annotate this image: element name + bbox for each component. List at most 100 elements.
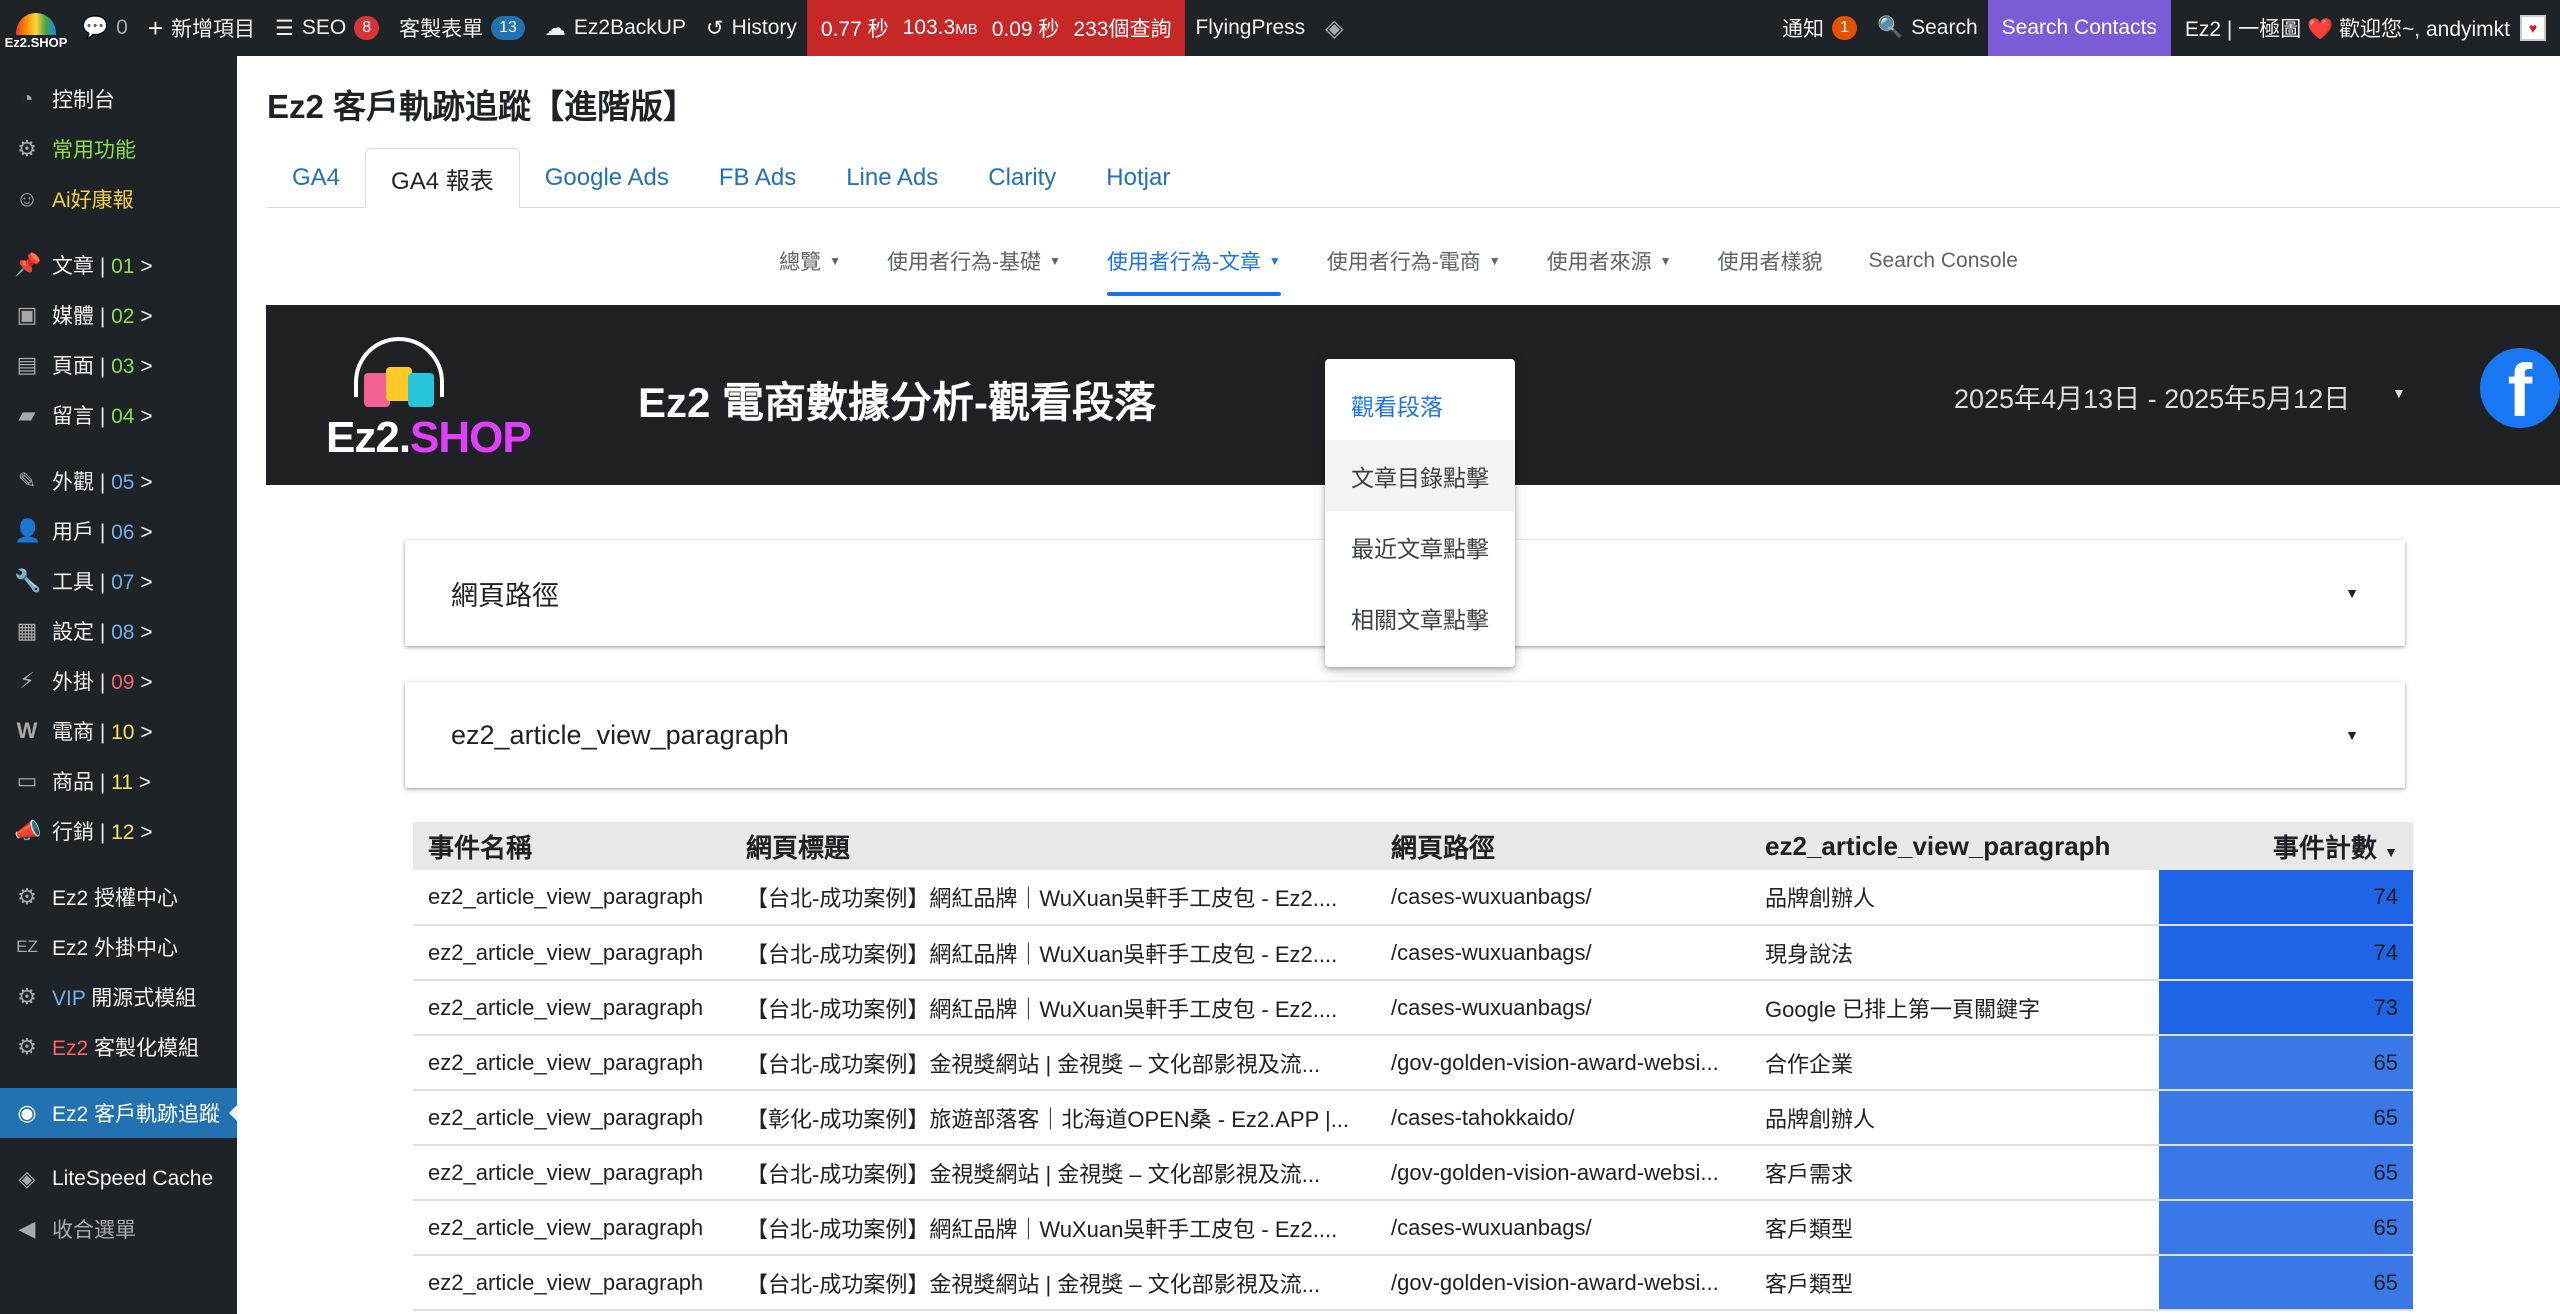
sidebar-item-label: Ez2 授權中心 <box>52 887 179 910</box>
settings-icon: ▦ <box>16 618 38 643</box>
perf-query-time: 0.09 秒 <box>991 18 1060 41</box>
subnav-behavior-ecommerce[interactable]: 使用者行為-電商 ▼ <box>1304 226 1524 296</box>
cell-page-path: /cases-wuxuanbags/ <box>1376 925 1750 981</box>
table-row[interactable]: ez2_article_view_paragraph 【台北-成功案例】網紅品牌｜… <box>413 1200 2413 1256</box>
page-title: Ez2 客戶軌跡追蹤【進階版】 <box>267 88 697 125</box>
sidebar-item-users[interactable]: 👤 用戶 | 06 > <box>0 506 237 556</box>
cell-paragraph: 客戶類型 <box>1750 1255 2159 1311</box>
search-contacts-button[interactable]: Search Contacts <box>1987 0 2171 56</box>
sidebar-item-label: 收合選單 <box>52 1219 136 1242</box>
sidebar-item-dashboard[interactable]: ◔ 控制台 <box>0 74 237 124</box>
sidebar-item-pages[interactable]: ▤ 頁面 | 03 > <box>0 340 237 390</box>
posts-arrow: > <box>134 255 153 278</box>
sidebar-item-media[interactable]: ▣ 媒體 | 02 > <box>0 290 237 340</box>
caret-down-icon[interactable]: ▼ <box>2392 385 2406 401</box>
sidebar-item-commerce[interactable]: W 電商 | 10 > <box>0 706 237 756</box>
column-header-sorted[interactable]: 事件計數 ▼ <box>2159 822 2413 870</box>
tab-ga4-report[interactable]: GA4 報表 <box>365 148 520 208</box>
subnav-behavior-basic[interactable]: 使用者行為-基礎 ▼ <box>864 226 1084 296</box>
cell-event-name: ez2_article_view_paragraph <box>413 925 731 981</box>
sidebar-item-settings[interactable]: ▦ 設定 | 08 > <box>0 606 237 656</box>
table-row[interactable]: ez2_article_view_paragraph 【台北-成功案例】金視獎網站… <box>413 1255 2413 1311</box>
cell-event-count: 74 <box>2159 925 2413 981</box>
comments-menu[interactable]: 💬 0 <box>72 0 138 56</box>
table-row[interactable]: ez2_article_view_paragraph 【彰化-成功案例】旅遊部落客… <box>413 1090 2413 1146</box>
caret-down-icon: ▼ <box>1048 254 1061 268</box>
table-row[interactable]: ez2_article_view_paragraph 【台北-成功案例】網紅品牌｜… <box>413 870 2413 926</box>
column-header[interactable]: 網頁路徑 <box>1376 822 1750 870</box>
sidebar-item-plugins[interactable]: ⚡ 外掛 | 09 > <box>0 656 237 706</box>
facebook-icon[interactable]: f <box>2480 348 2560 428</box>
query-monitor[interactable]: 0.77 秒 103.3MB 0.09 秒 233個查詢 <box>806 0 1186 56</box>
sidebar-item-vip[interactable]: ⚙ VIP 開源式模組 <box>0 972 237 1022</box>
tab-line-ads[interactable]: Line Ads <box>821 148 963 208</box>
caret-down-icon: ▼ <box>1659 254 1672 268</box>
sidebar-item-products[interactable]: ▭ 商品 | 11 > <box>0 756 237 806</box>
perf-memory-value: 103.3 <box>902 16 956 39</box>
subnav-user-source[interactable]: 使用者來源 ▼ <box>1524 226 1695 296</box>
backup-menu[interactable]: ☁ Ez2BackUP <box>535 0 696 56</box>
sidebar-item-plugins-center[interactable]: EZ Ez2 外掛中心 <box>0 922 237 972</box>
dropdown-item-view-paragraph[interactable]: 觀看段落 <box>1325 369 1515 440</box>
sidebar-item-posts[interactable]: 📌 文章 | 01 > <box>0 240 237 290</box>
sidebar-item-appearance[interactable]: ✎ 外觀 | 05 > <box>0 456 237 506</box>
table-row[interactable]: ez2_article_view_paragraph 【台北-成功案例】金視獎網站… <box>413 1035 2413 1091</box>
seo-menu[interactable]: ☰ SEO 8 <box>265 0 389 56</box>
history-menu[interactable]: ↺ History <box>696 0 807 56</box>
marketing-arrow: > <box>134 821 153 844</box>
media-arrow: > <box>134 305 153 328</box>
table-row[interactable]: ez2_article_view_paragraph 【台北-成功案例】網紅品牌｜… <box>413 980 2413 1036</box>
cell-event-name: ez2_article_view_paragraph <box>413 1255 731 1311</box>
sidebar-item-marketing[interactable]: 📣 行銷 | 12 > <box>0 806 237 856</box>
sidebar-item-label: 工具 | 07 > <box>52 566 153 596</box>
sidebar-separator <box>0 1138 237 1154</box>
tab-fb-ads[interactable]: FB Ads <box>694 148 821 208</box>
sidebar-item-ai-news[interactable]: ☺ Ai好康報 <box>0 174 237 224</box>
sidebar-item-label: 留言 | 04 > <box>52 400 153 430</box>
history-icon: ↺ <box>705 16 724 40</box>
tab-ga4[interactable]: GA4 <box>267 148 365 208</box>
diamond-menu[interactable]: ◈ <box>1315 0 1353 56</box>
sidebar-item-comments[interactable]: ▰ 留言 | 04 > <box>0 390 237 440</box>
dropdown-item-toc-click[interactable]: 文章目錄點擊 <box>1325 440 1515 511</box>
table-row[interactable]: ez2_article_view_paragraph 【台北-成功案例】網紅品牌｜… <box>413 925 2413 981</box>
new-item-menu[interactable]: + 新增項目 <box>138 0 265 56</box>
sidebar-item-litespeed[interactable]: ◈ LiteSpeed Cache <box>0 1154 237 1204</box>
media-label: 媒體 | <box>52 305 112 328</box>
dropdown-item-related-click[interactable]: 相關文章點擊 <box>1325 582 1515 653</box>
column-header[interactable]: 事件名稱 <box>413 822 731 870</box>
search-menu[interactable]: 🔍 Search <box>1867 0 1988 56</box>
sidebar-item-tools[interactable]: 🔧 工具 | 07 > <box>0 556 237 606</box>
tab-hotjar[interactable]: Hotjar <box>1081 148 1195 208</box>
diamond-icon: ◈ <box>1325 14 1344 42</box>
marketing-label: 行銷 | <box>52 821 112 844</box>
table-row[interactable]: ez2_article_view_paragraph 【台北-成功案例】金視獎網站… <box>413 1145 2413 1201</box>
dropdown-item-recent-click[interactable]: 最近文章點擊 <box>1325 511 1515 582</box>
sidebar-item-custom[interactable]: ⚙ Ez2 客製化模組 <box>0 1022 237 1072</box>
tab-clarity[interactable]: Clarity <box>963 148 1081 208</box>
notifications-menu[interactable]: 通知 1 <box>1772 0 1867 56</box>
sidebar-item-common[interactable]: ⚙ 常用功能 <box>0 124 237 174</box>
logo-mark: Ez2.SHOP <box>5 5 67 51</box>
tab-google-ads[interactable]: Google Ads <box>520 148 694 208</box>
sidebar-item-label: VIP 開源式模組 <box>52 982 196 1012</box>
flyingpress-menu[interactable]: FlyingPress <box>1185 0 1315 56</box>
subnav-search-console[interactable]: Search Console <box>1846 226 2041 296</box>
site-logo[interactable]: Ez2.SHOP <box>0 0 72 56</box>
sidebar-item-license[interactable]: ⚙ Ez2 授權中心 <box>0 872 237 922</box>
products-arrow: > <box>132 771 152 794</box>
column-header[interactable]: 網頁標題 <box>731 822 1376 870</box>
commerce-num: 10 <box>111 721 135 744</box>
subnav-behavior-article[interactable]: 使用者行為-文章 ▼ <box>1084 226 1304 296</box>
column-header[interactable]: ez2_article_view_paragraph <box>1750 822 2159 870</box>
date-range-picker[interactable]: 2025年4月13日 - 2025年5月12日 <box>1954 377 2350 416</box>
subnav-overview[interactable]: 總覽 ▼ <box>756 226 864 296</box>
forms-menu[interactable]: 客製表單 13 <box>389 0 535 56</box>
user-menu[interactable]: Ez2 | 一極圖 ❤️ 歡迎您~, andyimkt ♥ <box>2171 13 2560 43</box>
sidebar-item-tracking[interactable]: ◉ Ez2 客戶軌跡追蹤 <box>0 1088 237 1138</box>
collapse-menu-button[interactable]: ◀ 收合選單 <box>0 1204 237 1254</box>
pages-label: 頁面 | <box>52 355 112 378</box>
subnav-user-profile[interactable]: 使用者樣貌 <box>1695 226 1846 296</box>
filter-event-param[interactable]: ez2_article_view_paragraph ▼ <box>405 682 2405 788</box>
sidebar-item-label: 外觀 | 05 > <box>52 466 153 496</box>
